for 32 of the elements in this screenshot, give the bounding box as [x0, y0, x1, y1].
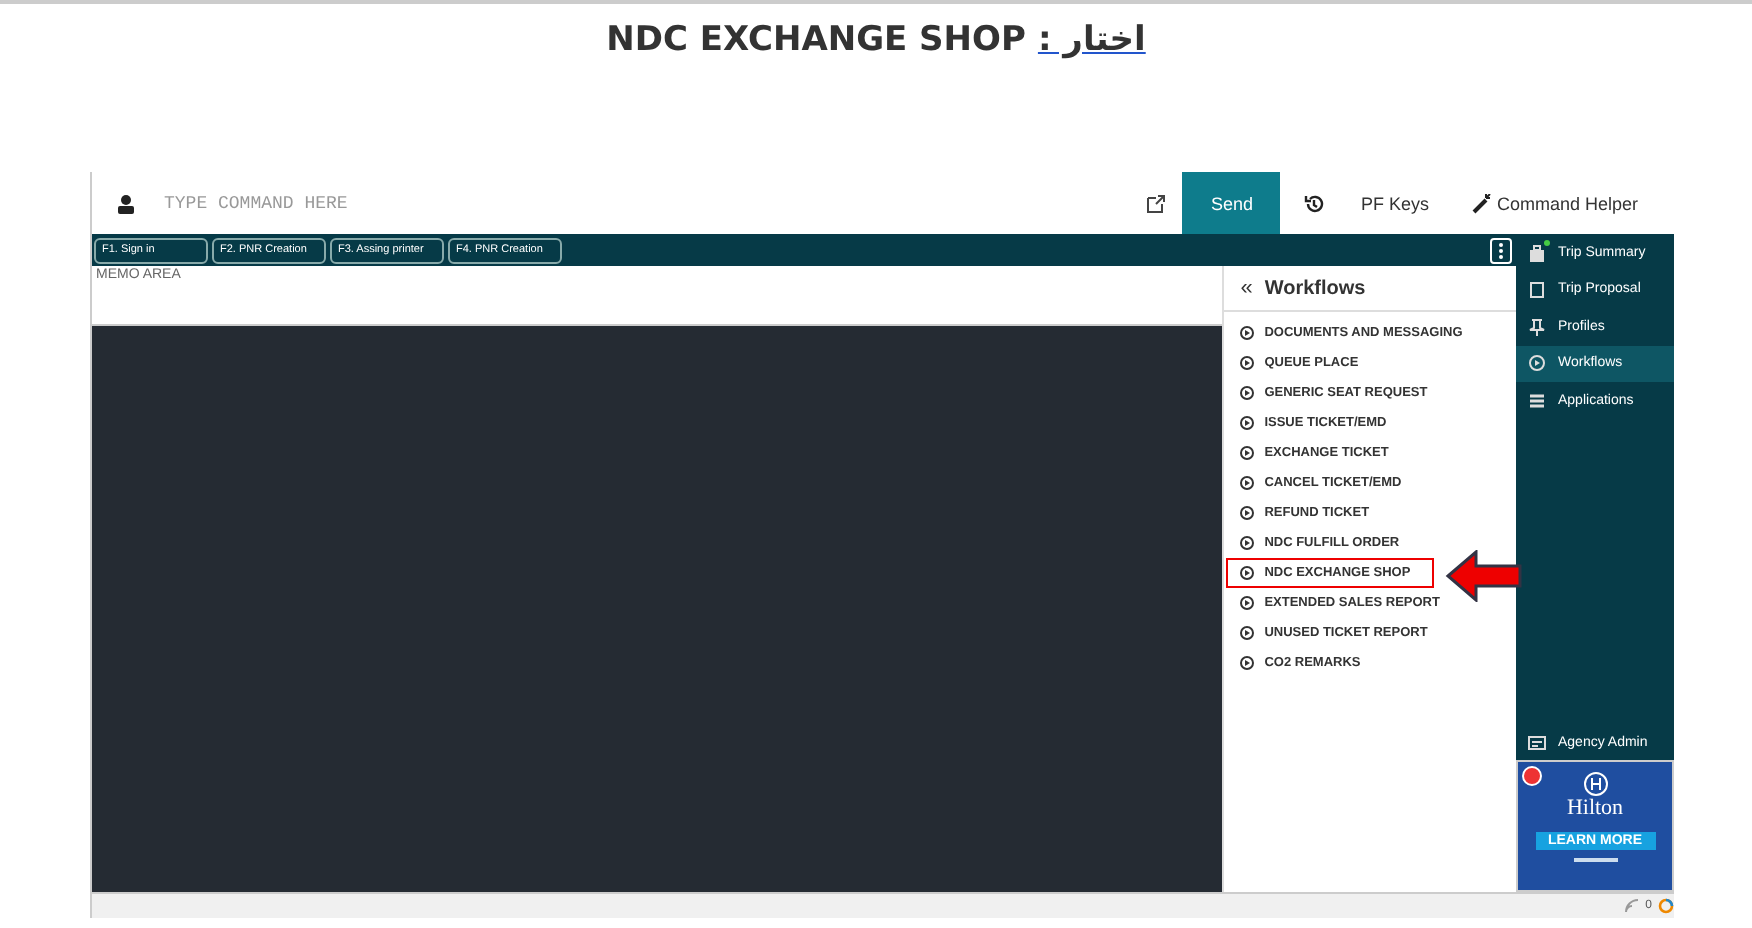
play-circle-icon [1240, 626, 1255, 640]
play-circle-icon [1240, 386, 1255, 400]
ad-brand: Hilton [1566, 796, 1624, 820]
ad-badge [1522, 766, 1542, 786]
heading-title: NDC EXCHANGE SHOP [606, 20, 1026, 64]
workflows-title: Workflows [1264, 277, 1366, 299]
kebab-icon [1498, 241, 1504, 259]
arrow-pointer-icon [1444, 550, 1525, 602]
play-circle-icon [1240, 326, 1255, 340]
hotel-logo-icon [1583, 772, 1607, 796]
id-card-icon [1528, 735, 1546, 749]
play-circle-icon [1240, 476, 1255, 490]
pf-keys-button[interactable]: PF Keys [1348, 191, 1441, 215]
user-icon [116, 193, 136, 213]
play-circle-icon [1240, 416, 1255, 430]
heading-link[interactable]: اختار : [1037, 20, 1146, 64]
play-circle-icon [1240, 596, 1255, 610]
play-circle-icon [1240, 356, 1255, 370]
play-circle-icon [1240, 656, 1255, 670]
play-circle-icon [1240, 506, 1255, 520]
external-link-icon [1146, 193, 1167, 213]
more-menu-button[interactable] [1490, 237, 1512, 263]
play-circle-icon [1240, 536, 1255, 550]
play-circle-icon [1240, 446, 1255, 460]
signal-icon [1623, 898, 1640, 914]
collapse-button[interactable]: « [1240, 276, 1253, 300]
play-circle-icon [1240, 566, 1255, 580]
history-icon [1304, 193, 1325, 213]
command-helper-button[interactable]: Command Helper [1460, 191, 1650, 215]
loading-icon [1658, 898, 1674, 914]
wand-icon [1472, 193, 1493, 213]
send-button[interactable]: Send [1182, 172, 1281, 234]
